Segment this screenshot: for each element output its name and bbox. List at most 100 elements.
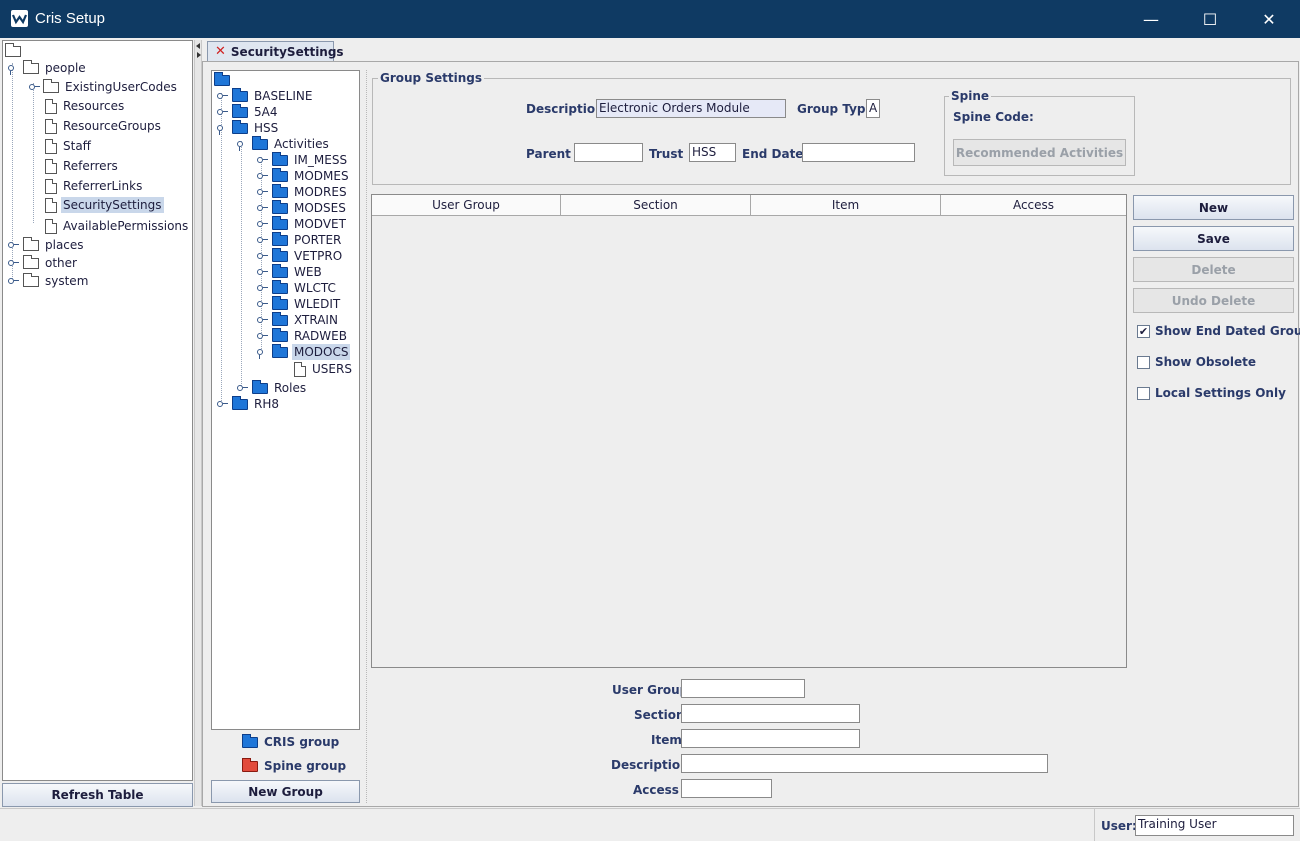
expand-handle-icon[interactable]: [256, 171, 268, 181]
expand-handle-icon[interactable]: [256, 155, 268, 165]
tree-item-places[interactable]: places: [23, 236, 86, 254]
expand-handle-icon[interactable]: [256, 347, 266, 359]
tree-item-securitysettings[interactable]: SecuritySettings: [45, 196, 164, 214]
trust-field[interactable]: HSS: [689, 143, 736, 162]
expand-handle-icon[interactable]: [256, 267, 268, 277]
detail-item-field[interactable]: [681, 729, 860, 748]
detail-access-field[interactable]: [681, 779, 772, 798]
checkbox-checked-icon[interactable]: ✔: [1137, 324, 1150, 338]
group-tree[interactable]: BASELINE 5A4 HSS Activities IM_MESS MODM…: [211, 70, 360, 730]
tree-item-other[interactable]: other: [23, 254, 79, 272]
expand-handle-icon[interactable]: [216, 399, 228, 409]
document-icon: [45, 118, 57, 134]
checkbox-unchecked-icon[interactable]: [1137, 386, 1150, 400]
tree-item-staff[interactable]: Staff: [45, 137, 93, 155]
document-icon: [45, 138, 57, 154]
detail-section-field[interactable]: [681, 704, 860, 723]
expand-handle-icon[interactable]: [7, 240, 19, 250]
group-tree-root[interactable]: [214, 71, 234, 89]
column-header-section[interactable]: Section: [561, 195, 751, 216]
tree-item-root[interactable]: [5, 42, 29, 60]
column-header-user-group[interactable]: User Group: [372, 195, 561, 216]
folder-icon: [272, 327, 288, 342]
local-settings-only-checkbox[interactable]: Local Settings Only: [1137, 386, 1286, 400]
delete-button[interactable]: Delete: [1133, 257, 1294, 282]
tree-item-resources[interactable]: Resources: [45, 97, 126, 115]
folder-icon: [23, 59, 39, 74]
show-end-dated-groups-checkbox[interactable]: ✔ Show End Dated Groups: [1137, 324, 1300, 338]
tree-item-availablepermissions[interactable]: AvailablePermissions: [45, 217, 190, 235]
close-tab-icon[interactable]: ✕: [215, 44, 226, 59]
save-button[interactable]: Save: [1133, 226, 1294, 251]
navigation-tree[interactable]: people ExistingUserCodes Resources Resou…: [2, 40, 193, 781]
folder-icon: [272, 247, 288, 262]
expand-handle-icon[interactable]: [256, 331, 268, 341]
tree-item-referrers[interactable]: Referrers: [45, 157, 120, 175]
detail-description-label: Description: [611, 758, 689, 772]
refresh-table-button[interactable]: Refresh Table: [2, 783, 193, 807]
expand-handle-icon[interactable]: [236, 139, 246, 151]
parent-label: Parent: [526, 147, 571, 161]
panel-splitter[interactable]: [194, 40, 202, 806]
folder-icon: [43, 78, 59, 93]
folder-icon: [272, 215, 288, 230]
expand-handle-icon[interactable]: [216, 91, 228, 101]
expand-handle-icon[interactable]: [7, 276, 19, 286]
column-header-item[interactable]: Item: [751, 195, 941, 216]
minimize-button[interactable]: —: [1122, 0, 1180, 38]
folder-open-icon: [272, 343, 288, 358]
folder-icon: [272, 279, 288, 294]
tab-securitysettings[interactable]: ✕ SecuritySettings: [207, 41, 344, 61]
expand-handle-icon[interactable]: [256, 187, 268, 197]
expand-handle-icon[interactable]: [216, 107, 228, 117]
new-button[interactable]: New: [1133, 195, 1294, 220]
end-date-label: End Date: [742, 147, 804, 161]
expand-handle-icon[interactable]: [236, 383, 248, 393]
detail-description-field[interactable]: [681, 754, 1048, 773]
checkbox-unchecked-icon[interactable]: [1137, 355, 1150, 369]
expand-handle-icon[interactable]: [256, 219, 268, 229]
legend-cris-group: CRIS group: [242, 733, 341, 751]
expand-handle-icon[interactable]: [7, 63, 17, 75]
detail-user-group-field[interactable]: [681, 679, 805, 698]
new-group-button[interactable]: New Group: [211, 780, 360, 803]
tree-item-referrerlinks[interactable]: ReferrerLinks: [45, 177, 144, 195]
folder-open-icon: [214, 71, 230, 86]
detail-user-group-label: User Group: [612, 683, 689, 697]
group-item-rh8[interactable]: RH8: [232, 395, 281, 413]
expand-handle-icon[interactable]: [216, 123, 226, 135]
group-item-modocs[interactable]: MODOCS: [272, 343, 351, 361]
expand-handle-icon[interactable]: [256, 203, 268, 213]
group-item-users[interactable]: USERS: [294, 360, 354, 378]
undo-delete-button[interactable]: Undo Delete: [1133, 288, 1294, 313]
expand-handle-icon[interactable]: [7, 258, 19, 268]
description-field[interactable]: Electronic Orders Module: [596, 99, 786, 118]
parent-field[interactable]: [574, 143, 643, 162]
end-date-field[interactable]: [802, 143, 915, 162]
group-settings-panel: [372, 78, 1291, 185]
folder-icon: [232, 103, 248, 118]
maximize-button[interactable]: ☐: [1181, 0, 1239, 38]
tree-item-existingusercodes[interactable]: ExistingUserCodes: [43, 78, 179, 96]
recommended-activities-button[interactable]: Recommended Activities: [953, 139, 1126, 166]
expand-handle-icon[interactable]: [28, 82, 40, 92]
column-header-access[interactable]: Access: [941, 195, 1126, 216]
tree-item-resourcegroups[interactable]: ResourceGroups: [45, 117, 163, 135]
expand-handle-icon[interactable]: [256, 251, 268, 261]
expand-handle-icon[interactable]: [256, 299, 268, 309]
tree-item-system[interactable]: system: [23, 272, 90, 290]
current-user-field: Training User: [1135, 815, 1294, 836]
folder-icon: [242, 757, 258, 772]
expand-handle-icon[interactable]: [256, 283, 268, 293]
tree-item-people[interactable]: people: [23, 59, 88, 77]
expand-handle-icon[interactable]: [256, 235, 268, 245]
folder-icon: [272, 167, 288, 182]
trust-label: Trust: [649, 147, 684, 161]
detail-access-label: Access: [633, 783, 679, 797]
group-type-field[interactable]: A: [866, 99, 880, 118]
document-icon: [45, 158, 57, 174]
close-button[interactable]: ✕: [1240, 0, 1298, 38]
show-obsolete-checkbox[interactable]: Show Obsolete: [1137, 355, 1256, 369]
permissions-table[interactable]: User Group Section Item Access: [371, 194, 1127, 668]
expand-handle-icon[interactable]: [256, 315, 268, 325]
